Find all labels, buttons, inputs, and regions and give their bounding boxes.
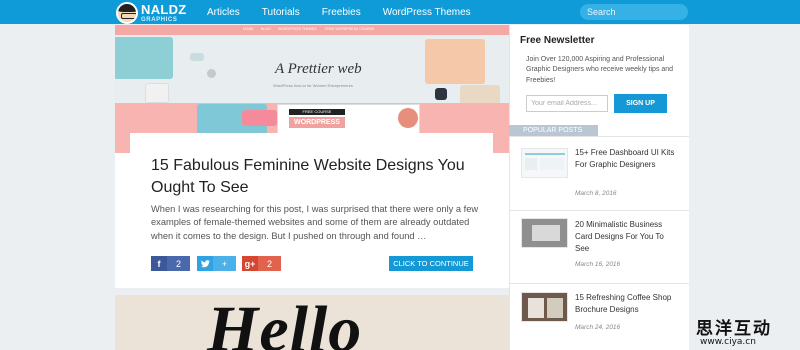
flowers-image — [425, 39, 485, 84]
popular-post-item[interactable]: 15+ Free Dashboard UI Kits For Graphic D… — [509, 140, 689, 210]
popular-post-date: March 8, 2016 — [575, 190, 617, 197]
hero-strip-link: FREE WORDPRESS COURSE — [325, 27, 375, 31]
watermark-url: www.ciya.cn — [700, 337, 756, 347]
popular-post-date: March 24, 2016 — [575, 324, 621, 331]
popular-posts-divider — [509, 136, 689, 137]
thumbnail-detail — [528, 298, 544, 318]
popular-post-thumbnail[interactable] — [521, 148, 568, 178]
hello-lettering: Hello — [207, 295, 363, 350]
post-excerpt: When I was researching for this post, I … — [151, 204, 479, 241]
thumbnail-detail — [525, 153, 565, 155]
wordpress-label: WORDPRESS — [289, 117, 345, 128]
phone-image — [145, 83, 169, 103]
logo-avatar-icon — [116, 1, 138, 24]
watermark: 思洋互动 www.ciya.cn — [692, 310, 800, 350]
post-title[interactable]: 15 Fabulous Feminine Website Designs You… — [151, 155, 471, 199]
second-post-image[interactable]: Hello — [115, 295, 509, 350]
popular-post-thumbnail[interactable] — [521, 218, 568, 248]
pink-tablet-image — [242, 110, 277, 126]
logo-sub-text: GRAPHICS — [141, 17, 178, 23]
click-to-continue-button[interactable]: CLICK TO CONTINUE — [389, 256, 473, 271]
popular-post-title[interactable]: 20 Minimalistic Business Card Designs Fo… — [575, 219, 680, 255]
newsletter-title: Free Newsletter — [520, 35, 595, 46]
main-nav: Articles Tutorials Freebies WordPress Th… — [207, 0, 493, 24]
googleplus-icon: g+ — [242, 256, 258, 271]
facebook-share-count: 2 — [175, 258, 181, 269]
hero-site-subtitle: WordPress how-to for Women Entrepreneurs — [273, 83, 353, 88]
free-course-label: FREE COURSE — [289, 109, 345, 115]
newsletter-description: Join Over 120,000 Aspiring and Professio… — [526, 56, 674, 84]
popular-post-item[interactable]: 20 Minimalistic Business Card Designs Fo… — [509, 211, 689, 281]
page: NALDZ GRAPHICS Articles Tutorials Freebi… — [0, 0, 800, 350]
pin-image — [207, 69, 216, 78]
twitter-share-count: + — [221, 258, 228, 269]
twitter-icon — [197, 256, 213, 271]
popular-post-title[interactable]: 15 Refreshing Coffee Shop Brochure Desig… — [575, 292, 680, 316]
nav-item-articles[interactable]: Articles — [207, 7, 240, 18]
nav-item-tutorials[interactable]: Tutorials — [262, 7, 300, 18]
popular-post-title[interactable]: 15+ Free Dashboard UI Kits For Graphic D… — [575, 147, 680, 171]
hero-nav-strip: HOME BLOG WORDPRESS THEMES FREE WORDPRES… — [115, 25, 509, 35]
thumbnail-detail — [525, 158, 537, 170]
sign-up-button[interactable]: SIGN UP — [614, 94, 667, 113]
nav-item-freebies[interactable]: Freebies — [322, 7, 361, 18]
watermark-chinese-text: 思洋互动 — [696, 319, 772, 339]
site-logo[interactable]: NALDZ GRAPHICS — [116, 1, 187, 24]
turquoise-bag-image — [115, 37, 173, 79]
nav-item-wordpress-themes[interactable]: WordPress Themes — [383, 7, 471, 18]
twitter-share-button[interactable]: + — [197, 256, 236, 271]
macarons-image — [398, 108, 418, 128]
thumbnail-detail — [540, 158, 564, 170]
googleplus-share-button[interactable]: g+ 2 — [242, 256, 281, 271]
search-input[interactable] — [580, 4, 688, 20]
facebook-icon: f — [151, 256, 167, 271]
popular-post-thumbnail[interactable] — [521, 292, 568, 322]
hero-site-title: A Prettier web — [275, 61, 362, 77]
thumbnail-detail — [532, 225, 560, 241]
hero-strip-link: WORDPRESS THEMES — [278, 27, 317, 31]
hero-strip-link: BLOG — [261, 27, 271, 31]
ring-box-image — [435, 88, 447, 100]
googleplus-share-count: 2 — [266, 258, 272, 269]
logo-text: NALDZ GRAPHICS — [141, 2, 187, 23]
thumbnail-detail — [547, 298, 563, 318]
popular-post-item[interactable]: 15 Refreshing Coffee Shop Brochure Desig… — [509, 284, 689, 350]
hero-strip-link: HOME — [243, 27, 254, 31]
email-field[interactable] — [526, 95, 608, 112]
popular-post-date: March 16, 2016 — [575, 261, 621, 268]
facebook-share-button[interactable]: f 2 — [151, 256, 190, 271]
twitter-bird-glyph — [200, 259, 210, 267]
clip-image — [190, 53, 204, 61]
logo-main-text: NALDZ — [141, 2, 187, 17]
